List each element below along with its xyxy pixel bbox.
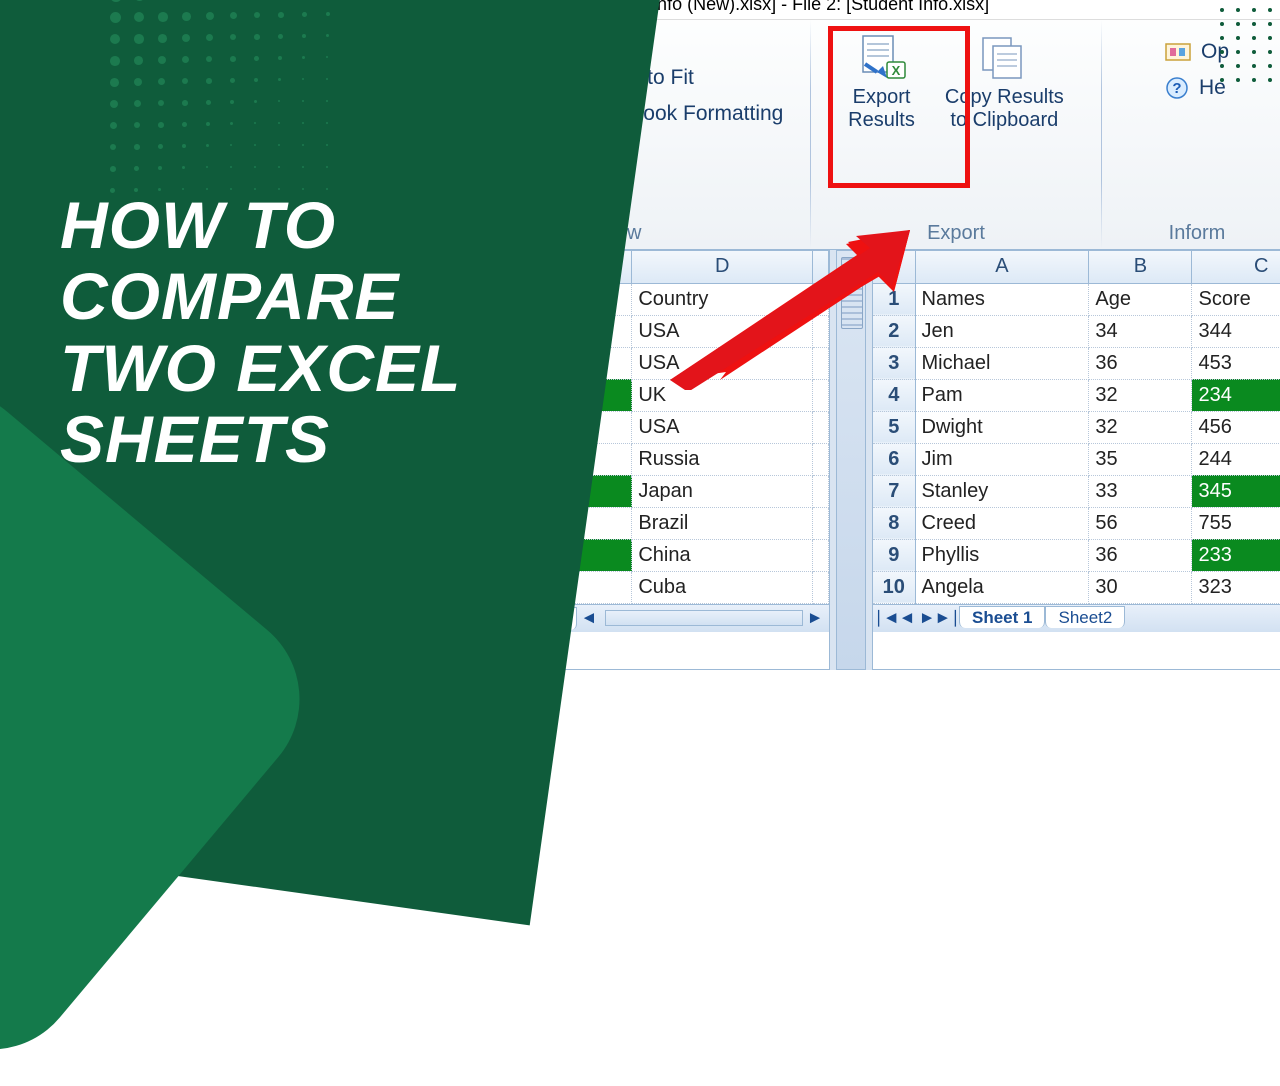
- scroll-left-icon[interactable]: ◄: [581, 610, 597, 626]
- table-row[interactable]: 10Angela30323: [873, 571, 1280, 603]
- scroll-right-icon[interactable]: ►: [807, 610, 823, 626]
- next-sheet-icon[interactable]: ►: [919, 610, 935, 626]
- highlight-box: [828, 26, 970, 188]
- pointer-arrow: [670, 230, 910, 385]
- page-headline: HOW TO COMPARE TWO EXCEL SHEETS: [60, 190, 461, 475]
- sheet-tab[interactable]: Sheet2: [1045, 606, 1125, 628]
- help-button[interactable]: ? He: [1165, 76, 1226, 100]
- table-row[interactable]: 3Michael36453: [873, 347, 1280, 379]
- help-icon: ?: [1165, 76, 1189, 100]
- column-header[interactable]: C: [1192, 251, 1280, 283]
- last-sheet-icon[interactable]: ►∣: [939, 610, 955, 626]
- right-pane: ABC1NamesAgeScore2Jen343443Michael364534…: [872, 250, 1280, 670]
- table-row[interactable]: 4Pam32234: [873, 379, 1280, 411]
- column-header[interactable]: B: [1089, 251, 1192, 283]
- svg-text:?: ?: [1172, 80, 1181, 97]
- table-row[interactable]: 7Stanley33345: [873, 475, 1280, 507]
- options-icon: [1165, 41, 1191, 63]
- table-row[interactable]: 6Jim35244: [873, 443, 1280, 475]
- column-header[interactable]: A: [915, 251, 1089, 283]
- table-row[interactable]: 2Jen34344: [873, 315, 1280, 347]
- table-row[interactable]: 1NamesAgeScore: [873, 283, 1280, 315]
- right-grid[interactable]: ABC1NamesAgeScore2Jen343443Michael364534…: [873, 251, 1280, 604]
- copy-results-icon: [979, 34, 1029, 80]
- table-row[interactable]: 8Creed56755: [873, 507, 1280, 539]
- table-row[interactable]: 5Dwight32456: [873, 411, 1280, 443]
- ribbon-group-label: Export: [927, 218, 985, 245]
- prev-sheet-icon[interactable]: ◄: [899, 610, 915, 626]
- table-row[interactable]: 9Phyllis36233: [873, 539, 1280, 571]
- ribbon-group-info: Op ? He Inform: [1102, 20, 1280, 249]
- right-sheet-tabs: ∣◄ ◄ ► ►∣ Sheet 1Sheet2: [873, 604, 1280, 632]
- first-sheet-icon[interactable]: ∣◄: [879, 610, 895, 626]
- sheet-tab[interactable]: Sheet 1: [959, 606, 1045, 628]
- options-label: Op: [1201, 40, 1229, 64]
- horizontal-scrollbar[interactable]: [605, 610, 803, 626]
- ribbon-group-label: Inform: [1169, 218, 1226, 245]
